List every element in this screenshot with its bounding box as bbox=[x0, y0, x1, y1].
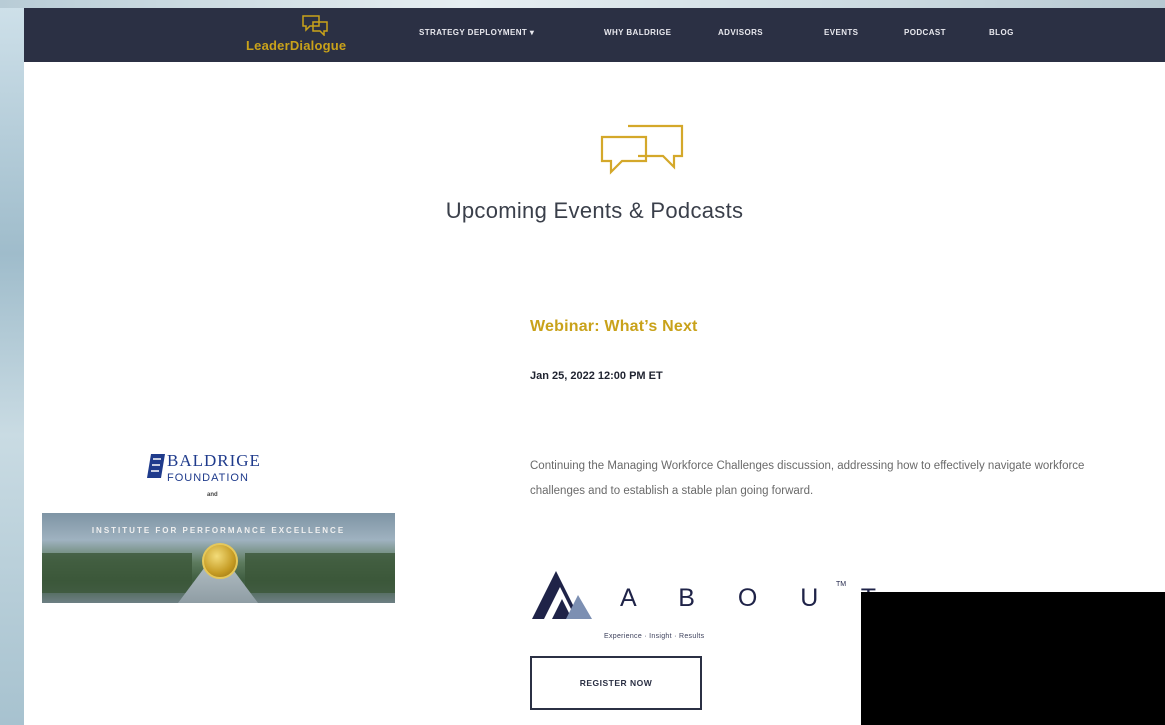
baldrige-and: and bbox=[207, 492, 218, 498]
page-heading: Upcoming Events & Podcasts bbox=[445, 198, 744, 223]
nav-events[interactable]: EVENTS bbox=[824, 28, 858, 37]
baldrige-name: BALDRIGE bbox=[167, 451, 261, 470]
nav-strategy-deployment[interactable]: STRATEGY DEPLOYMENT ▾ bbox=[419, 28, 534, 37]
site-logo[interactable]: LeaderDialogue bbox=[246, 14, 386, 58]
banner-trees-left bbox=[42, 553, 192, 593]
event-date: Jan 25, 2022 12:00 PM ET bbox=[530, 370, 663, 382]
page: LeaderDialogue STRATEGY DEPLOYMENT ▾ WHY… bbox=[24, 8, 1165, 725]
sponsor-logo-text: A B O U T bbox=[620, 584, 895, 612]
event-title[interactable]: Webinar: What’s Next bbox=[530, 318, 698, 336]
event-description: Continuing the Managing Workforce Challe… bbox=[530, 460, 1085, 497]
sponsor-tagline: Experience · Insight · Results bbox=[604, 633, 705, 640]
nav-advisors[interactable]: ADVISORS bbox=[718, 28, 763, 37]
sponsor-trademark: TM bbox=[836, 581, 847, 588]
background-top bbox=[0, 0, 1165, 8]
banner-trees-right bbox=[245, 553, 395, 593]
baldrige-foundation: FOUNDATION bbox=[167, 472, 249, 484]
nav-blog[interactable]: BLOG bbox=[989, 28, 1014, 37]
logo-text: LeaderDialogue bbox=[246, 38, 347, 53]
register-now-button[interactable]: REGISTER NOW bbox=[530, 656, 702, 710]
baldrige-logo-icon bbox=[147, 454, 165, 478]
banner-title: INSTITUTE FOR PERFORMANCE EXCELLENCE bbox=[91, 526, 346, 535]
chat-bubbles-icon bbox=[302, 15, 328, 36]
medal-icon bbox=[202, 543, 238, 579]
top-nav: LeaderDialogue STRATEGY DEPLOYMENT ▾ WHY… bbox=[24, 8, 1165, 62]
nav-why-baldrige[interactable]: WHY BALDRIGE bbox=[604, 28, 671, 37]
about-logo-mark-icon bbox=[532, 571, 592, 619]
institute-banner-image: INSTITUTE FOR PERFORMANCE EXCELLENCE bbox=[42, 513, 395, 603]
background-left bbox=[0, 0, 26, 725]
nav-podcast[interactable]: PODCAST bbox=[904, 28, 946, 37]
event-image-card: BALDRIGE FOUNDATION and INSTITUTE FOR PE… bbox=[39, 436, 397, 606]
video-overlay bbox=[861, 592, 1165, 725]
chat-bubbles-icon bbox=[600, 124, 684, 175]
